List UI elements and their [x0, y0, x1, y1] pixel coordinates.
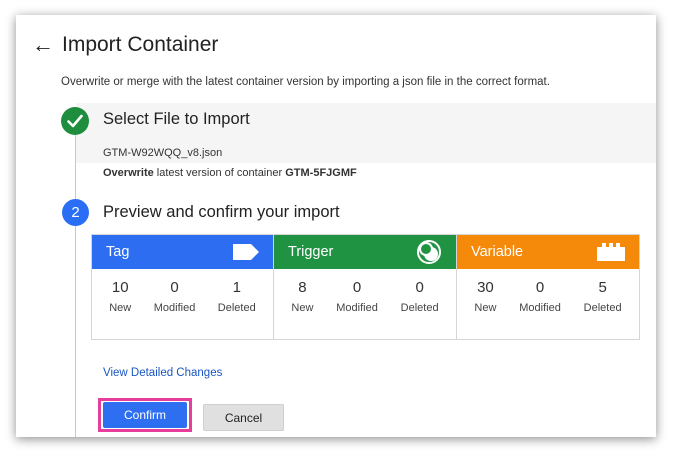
trigger-icon — [417, 240, 441, 264]
step1-title: Select File to Import — [103, 110, 250, 128]
variable-card-header: Variable — [457, 235, 639, 269]
variable-new-stat: 30 New — [474, 279, 497, 314]
container-id: GTM-5FJGMF — [285, 167, 357, 179]
tag-deleted-stat: 1 Deleted — [217, 279, 256, 314]
import-container-panel: ← Import Container Overwrite or merge wi… — [16, 15, 656, 437]
tag-icon — [233, 244, 259, 260]
preview-summary-cards: Tag 10 New 0 Modified 1 Deleted Trigger 8 Ne… — [91, 234, 640, 340]
tag-card-label: Tag — [106, 244, 130, 260]
confirm-button[interactable]: Confirm — [103, 402, 187, 428]
trigger-card: Trigger 8 New 0 Modified 0 Deleted — [274, 234, 457, 340]
overwrite-label: Overwrite — [103, 167, 154, 179]
page-title: Import Container — [62, 33, 219, 56]
tag-new-stat: 10 New — [109, 279, 132, 314]
view-detailed-changes-link[interactable]: View Detailed Changes — [103, 367, 222, 379]
variable-card: Variable 30 New 0 Modified 5 Deleted — [457, 234, 640, 340]
tag-card-header: Tag — [92, 235, 273, 269]
selected-filename: GTM-W92WQQ_v8.json — [103, 147, 223, 159]
check-icon — [61, 107, 89, 135]
trigger-new-stat: 8 New — [291, 279, 314, 314]
trigger-deleted-stat: 0 Deleted — [400, 279, 439, 314]
variable-modified-stat: 0 Modified — [519, 279, 561, 314]
trigger-card-header: Trigger — [274, 235, 456, 269]
step-connector-line — [75, 125, 76, 437]
trigger-modified-stat: 0 Modified — [336, 279, 378, 314]
trigger-card-label: Trigger — [288, 244, 334, 260]
tag-modified-stat: 0 Modified — [153, 279, 196, 314]
cancel-button[interactable]: Cancel — [203, 404, 284, 431]
back-arrow-icon[interactable]: ← — [32, 33, 54, 57]
variable-deleted-stat: 5 Deleted — [583, 279, 622, 314]
step2-number-badge: 2 — [62, 199, 89, 226]
import-option-summary: Overwrite latest version of container GT… — [103, 167, 357, 179]
overwrite-text: latest version of container — [153, 167, 286, 179]
tag-card: Tag 10 New 0 Modified 1 Deleted — [91, 234, 274, 340]
page-description: Overwrite or merge with the latest conta… — [61, 76, 550, 88]
variable-icon — [597, 243, 625, 261]
variable-card-label: Variable — [471, 244, 524, 260]
confirm-highlight-box: Confirm — [98, 398, 192, 432]
step2-title: Preview and confirm your import — [103, 203, 340, 221]
